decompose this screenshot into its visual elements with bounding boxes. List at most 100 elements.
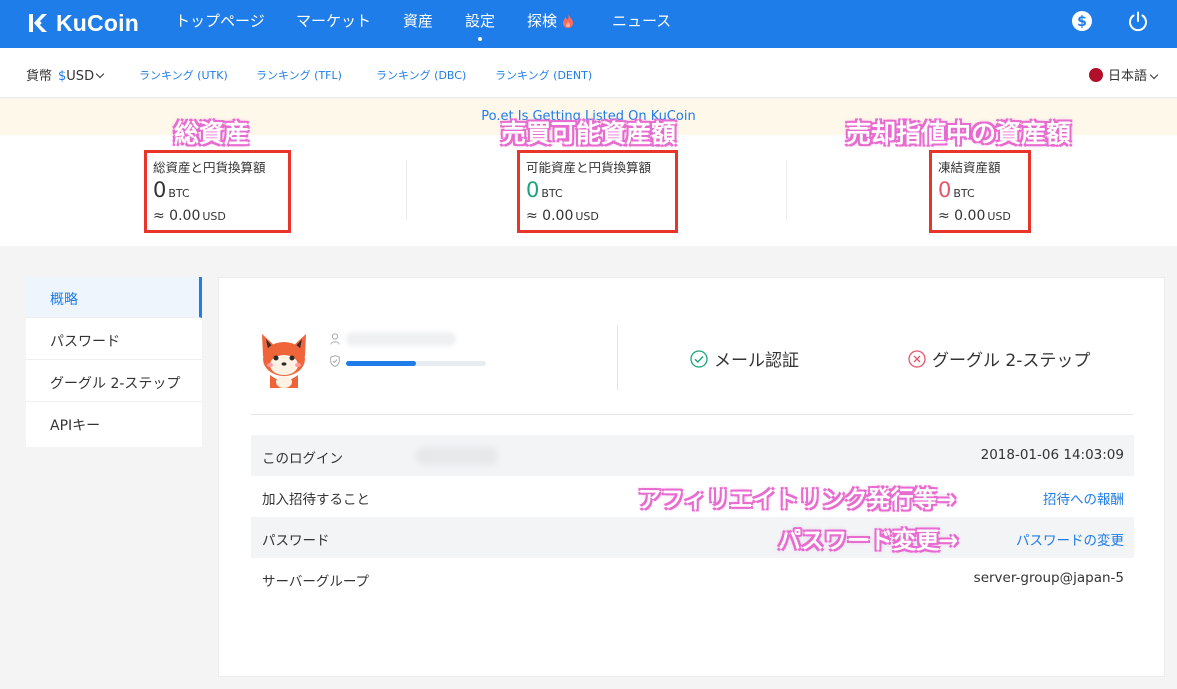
fox-avatar — [262, 334, 306, 388]
currency-selector[interactable]: 貨幣 $USD — [26, 65, 105, 84]
sidebar-item-label: 概略 — [50, 292, 78, 308]
nav-settings-label: 設定 — [465, 12, 496, 30]
sidebar-item-label: APIキー — [50, 418, 101, 434]
settings-sidebar: 概略 パスワード グーグル 2-ステップ APIキー — [26, 277, 202, 447]
annotation-tradable-assets: 売買可能資産額 — [501, 119, 677, 148]
flame-icon — [563, 14, 574, 28]
divider — [251, 414, 1133, 415]
available-assets-unit: BTC — [541, 187, 563, 200]
check-circle-icon — [690, 349, 708, 368]
language-label: 日本語 — [1108, 69, 1148, 84]
power-icon[interactable] — [1127, 10, 1149, 32]
divider — [406, 160, 407, 220]
row-password: パスワード パスワードの変更 — [251, 517, 1134, 558]
sub-bar: 貨幣 $USD ランキング (UTK) ランキング (TFL) ランキング (DB… — [0, 48, 1177, 98]
total-assets-card: 総資産と円貨換算額 0 BTC ≈ 0.00 USD — [144, 150, 291, 233]
balance-summary: 総資産と円貨換算額 0 BTC ≈ 0.00 USD 可能資産と円貨換算額 0 BTC… — [0, 135, 1177, 246]
language-selector[interactable]: 日本語 — [1089, 65, 1159, 84]
frozen-assets-card: 凍結資産額 0 BTC ≈ 0.00 USD — [929, 150, 1031, 233]
annotation-total-assets: 総資産 — [174, 119, 250, 148]
brand-name: KuCoin — [56, 9, 139, 36]
nav-news-label: ニュース — [612, 12, 672, 30]
kucoin-logo[interactable]: KuCoin — [26, 9, 139, 37]
change-password-link[interactable]: パスワードの変更 — [1016, 529, 1124, 549]
total-assets-fiat: ≈ 0.00 USD — [153, 208, 226, 224]
top-nav: KuCoin トップページ マーケット 資産 設定 探検 ニュース $ — [0, 0, 1177, 48]
user-icon — [330, 333, 340, 345]
nav-home-label: トップページ — [175, 12, 265, 30]
ranking-link-utk[interactable]: ランキング (UTK) — [139, 67, 228, 83]
google-2step-label: グーグル 2-ステップ — [932, 351, 1091, 371]
row-label: サーバーグループ — [262, 574, 370, 590]
frozen-assets-fiat-unit: USD — [987, 210, 1011, 223]
sidebar-item-password[interactable]: パスワード — [26, 319, 202, 360]
frozen-assets-unit: BTC — [953, 187, 975, 200]
row-server-group: サーバーグループ server-group@japan-5 — [251, 558, 1134, 599]
sidebar-item-label: パスワード — [50, 334, 120, 350]
chevron-down-icon — [95, 69, 105, 79]
frozen-assets-value: 0 BTC — [938, 178, 975, 202]
email-verification-label: メール認証 — [714, 351, 799, 371]
sidebar-item-google-2step[interactable]: グーグル 2-ステップ — [26, 361, 202, 402]
total-assets-unit: BTC — [168, 187, 190, 200]
row-label: 加入招待すること — [262, 492, 370, 508]
ranking-link-tfl[interactable]: ランキング (TFL) — [256, 67, 342, 83]
available-assets-fiat-amount: ≈ 0.00 — [526, 208, 574, 224]
invite-reward-link[interactable]: 招待への報酬 — [1043, 488, 1124, 508]
chevron-down-icon — [1149, 70, 1159, 79]
total-assets-fiat-unit: USD — [202, 210, 226, 223]
kucoin-logo-icon — [29, 14, 47, 32]
currency-label: 貨幣 — [26, 69, 53, 84]
nav-news[interactable]: ニュース — [612, 10, 671, 34]
ip-redacted — [416, 447, 498, 465]
server-group-value: server-group@japan-5 — [973, 570, 1124, 586]
available-assets-fiat: ≈ 0.00 USD — [526, 208, 599, 224]
row-last-login: このログイン 2018-01-06 14:03:09 — [251, 435, 1134, 476]
nav-explore-label: 探検 — [527, 12, 558, 30]
frozen-assets-fiat: ≈ 0.00 USD — [938, 208, 1011, 224]
frozen-assets-fiat-amount: ≈ 0.00 — [938, 208, 986, 224]
total-assets-amount: 0 — [153, 178, 167, 202]
sidebar-item-label: グーグル 2-ステップ — [50, 376, 181, 392]
nav-market[interactable]: マーケット — [296, 10, 371, 34]
frozen-assets-amount: 0 — [938, 178, 952, 202]
email-verification[interactable]: メール認証 — [690, 346, 799, 371]
total-assets-label: 総資産と円貨換算額 — [153, 160, 266, 175]
annotation-affiliate: アフィリエイトリンク発行等→ — [638, 487, 956, 513]
available-assets-value: 0 BTC — [526, 178, 563, 202]
nav-assets[interactable]: 資産 — [403, 10, 433, 34]
shield-icon — [330, 355, 340, 367]
available-assets-label: 可能資産と円貨換算額 — [526, 160, 652, 175]
nav-market-label: マーケット — [296, 12, 372, 30]
total-assets-value: 0 BTC — [153, 178, 190, 202]
nav-home[interactable]: トップページ — [175, 10, 265, 34]
nav-explore[interactable]: 探検 — [527, 10, 574, 34]
japan-flag-icon — [1089, 67, 1103, 82]
annotation-frozen-assets: 売却指値中の資産額 — [846, 119, 1072, 148]
available-assets-card: 可能資産と円貨換算額 0 BTC ≈ 0.00 USD — [517, 150, 678, 233]
active-indicator — [478, 37, 482, 41]
annotation-password-change: パスワード変更→ — [778, 528, 959, 554]
divider — [617, 326, 618, 390]
sidebar-item-overview[interactable]: 概略 — [26, 277, 202, 318]
overview-panel: メール認証 グーグル 2-ステップ このログイン 2018-01-06 14:0… — [218, 277, 1165, 677]
row-label: このログイン — [262, 451, 343, 467]
security-level-bar — [346, 361, 486, 366]
total-assets-fiat-amount: ≈ 0.00 — [153, 208, 201, 224]
available-assets-amount: 0 — [526, 178, 540, 202]
security-level-fill — [346, 361, 416, 366]
row-label: パスワード — [262, 533, 330, 549]
google-2step-verification[interactable]: グーグル 2-ステップ — [908, 346, 1090, 371]
dollar-icon[interactable]: $ — [1071, 10, 1093, 32]
available-assets-fiat-unit: USD — [575, 210, 599, 223]
ranking-link-dbc[interactable]: ランキング (DBC) — [376, 67, 466, 83]
svg-text:$: $ — [1077, 14, 1087, 30]
divider — [786, 160, 787, 220]
nav-assets-label: 資産 — [403, 12, 434, 30]
nav-settings[interactable]: 設定 — [465, 10, 496, 41]
ranking-link-dent[interactable]: ランキング (DENT) — [495, 67, 592, 83]
sidebar-item-api-keys[interactable]: APIキー — [26, 403, 202, 444]
username-redacted — [346, 332, 456, 346]
last-login-time: 2018-01-06 14:03:09 — [980, 447, 1124, 463]
cross-circle-icon — [908, 349, 926, 368]
